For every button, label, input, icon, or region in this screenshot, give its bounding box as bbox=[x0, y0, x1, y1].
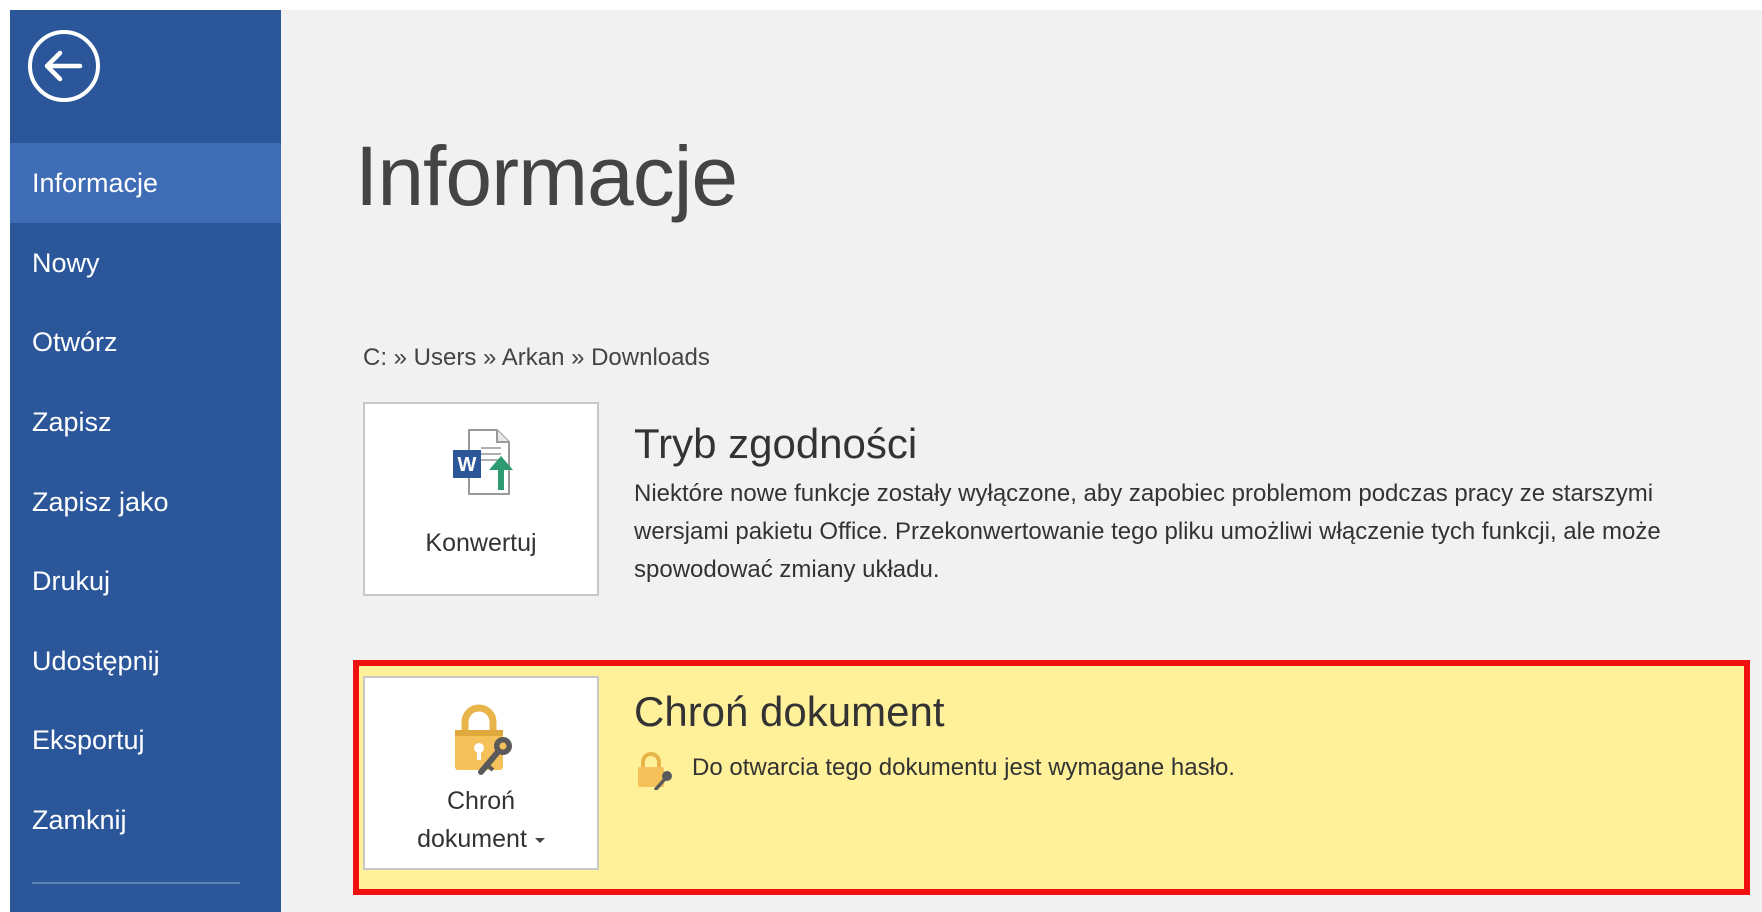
back-button[interactable] bbox=[26, 28, 102, 104]
sidebar-divider bbox=[32, 882, 240, 884]
back-arrow-circle-icon bbox=[28, 30, 100, 102]
backstage-view: Informacje Nowy Otwórz Zapisz Zapisz jak… bbox=[10, 10, 1762, 912]
sidebar-item-zapisz-jako[interactable]: Zapisz jako bbox=[10, 462, 281, 542]
dropdown-caret-icon bbox=[534, 837, 545, 843]
backstage-sidebar: Informacje Nowy Otwórz Zapisz Zapisz jak… bbox=[10, 10, 281, 912]
protect-info-text: Do otwarcia tego dokumentu jest wymagane… bbox=[692, 754, 1235, 781]
sidebar-item-eksportuj[interactable]: Eksportuj bbox=[10, 700, 281, 780]
convert-button[interactable]: W Konwertuj bbox=[363, 402, 599, 596]
sidebar-item-informacje[interactable]: Informacje bbox=[10, 143, 281, 223]
sidebar-item-drukuj[interactable]: Drukuj bbox=[10, 541, 281, 621]
compatibility-title: Tryb zgodności bbox=[634, 420, 918, 467]
protect-document-title: Chroń dokument bbox=[634, 688, 945, 735]
compatibility-description: Niektóre nowe funkcje zostały wyłączone,… bbox=[634, 480, 1661, 583]
word-document-convert-icon: W bbox=[453, 429, 513, 495]
sidebar-item-udostepnij[interactable]: Udostępnij bbox=[10, 621, 281, 701]
lock-key-icon bbox=[455, 704, 512, 775]
protect-button-label-text: dokument bbox=[417, 825, 527, 853]
breadcrumb: C: » Users » Arkan » Downloads bbox=[363, 344, 710, 371]
sidebar-item-zapisz[interactable]: Zapisz bbox=[10, 382, 281, 462]
page-title: Informacje bbox=[355, 129, 738, 223]
protect-button-label-line1: Chroń bbox=[446, 787, 516, 815]
svg-text:W: W bbox=[458, 454, 477, 476]
sidebar-item-nowy[interactable]: Nowy bbox=[10, 223, 281, 303]
protect-document-button[interactable]: Chroń dokument bbox=[363, 676, 599, 870]
sidebar-item-otworz[interactable]: Otwórz bbox=[10, 302, 281, 382]
sidebar-item-zamknij[interactable]: Zamknij bbox=[10, 780, 281, 860]
convert-button-label: Konwertuj bbox=[425, 529, 537, 557]
lock-key-small-icon bbox=[638, 752, 672, 790]
protect-button-label-line2: dokument bbox=[365, 820, 597, 858]
